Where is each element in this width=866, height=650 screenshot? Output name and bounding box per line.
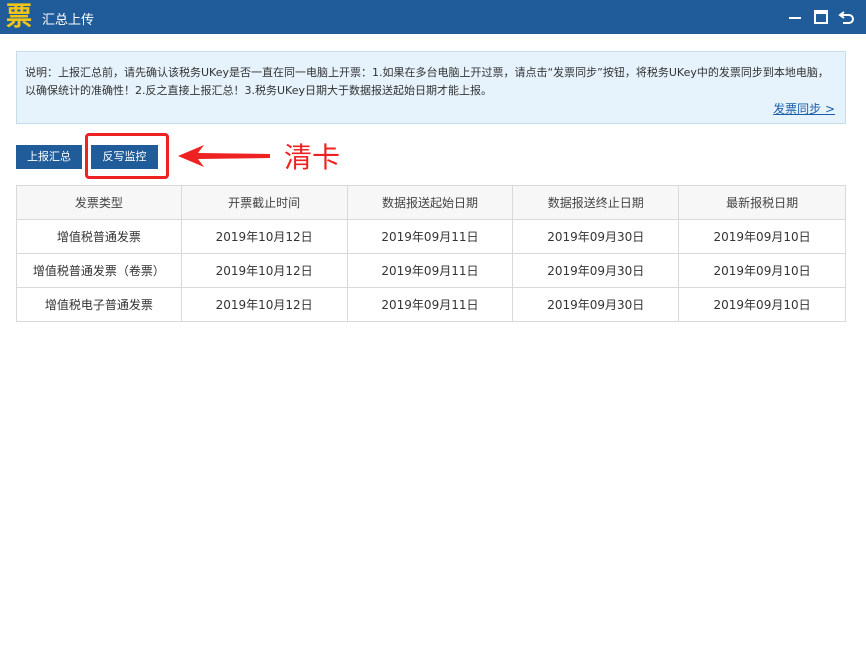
table-cell: 2019年09月30日 xyxy=(512,287,680,322)
column-header: 开票截止时间 xyxy=(180,185,348,220)
invoice-logo-icon: 票 xyxy=(5,2,32,32)
column-header: 发票类型 xyxy=(16,185,182,220)
table-cell: 2019年10月12日 xyxy=(180,219,348,254)
notice-panel: 说明：上报汇总前，请先确认该税务UKey是否一直在同一电脑上开票：1.如果在多台… xyxy=(16,51,846,124)
table-cell: 2019年09月30日 xyxy=(512,253,680,288)
column-header: 最新报税日期 xyxy=(678,185,846,220)
table-cell: 2019年09月10日 xyxy=(678,219,846,254)
table-row[interactable]: 增值税普通发票（卷票） 2019年10月12日 2019年09月11日 2019… xyxy=(16,253,846,288)
table-row[interactable]: 增值税电子普通发票 2019年10月12日 2019年09月11日 2019年0… xyxy=(16,287,846,322)
table-cell: 2019年09月30日 xyxy=(512,219,680,254)
column-header: 数据报送终止日期 xyxy=(512,185,680,220)
table-cell: 2019年09月11日 xyxy=(346,253,514,288)
table-cell: 2019年09月10日 xyxy=(678,253,846,288)
window-title: 汇总上传 xyxy=(42,13,95,28)
highlight-box xyxy=(85,133,169,179)
table-cell: 2019年09月11日 xyxy=(346,219,514,254)
table-cell: 2019年09月11日 xyxy=(346,287,514,322)
table-cell: 增值税普通发票 xyxy=(16,219,182,254)
column-header: 数据报送起始日期 xyxy=(346,185,514,220)
invoice-sync-link[interactable]: 发票同步 > xyxy=(773,100,835,117)
minimize-icon[interactable] xyxy=(786,8,804,26)
table-cell: 增值税电子普通发票 xyxy=(16,287,182,322)
table-row[interactable]: 增值税普通发票 2019年10月12日 2019年09月11日 2019年09月… xyxy=(16,219,846,254)
maximize-icon[interactable] xyxy=(812,8,830,26)
table-cell: 增值税普通发票（卷票） xyxy=(16,253,182,288)
upload-summary-button[interactable]: 上报汇总 xyxy=(16,145,82,169)
table-header-row: 发票类型 开票截止时间 数据报送起始日期 数据报送终止日期 最新报税日期 xyxy=(16,185,846,220)
annotation-label: 清卡 xyxy=(284,141,341,174)
back-icon[interactable] xyxy=(838,8,856,26)
table-cell: 2019年10月12日 xyxy=(180,253,348,288)
table-cell: 2019年09月10日 xyxy=(678,287,846,322)
title-bar: 票 汇总上传 xyxy=(0,0,866,34)
arrow-left-icon xyxy=(178,145,270,167)
notice-text: 说明：上报汇总前，请先确认该税务UKey是否一直在同一电脑上开票：1.如果在多台… xyxy=(25,66,829,97)
table-cell: 2019年10月12日 xyxy=(180,287,348,322)
invoice-table: 发票类型 开票截止时间 数据报送起始日期 数据报送终止日期 最新报税日期 增值税… xyxy=(16,185,846,322)
